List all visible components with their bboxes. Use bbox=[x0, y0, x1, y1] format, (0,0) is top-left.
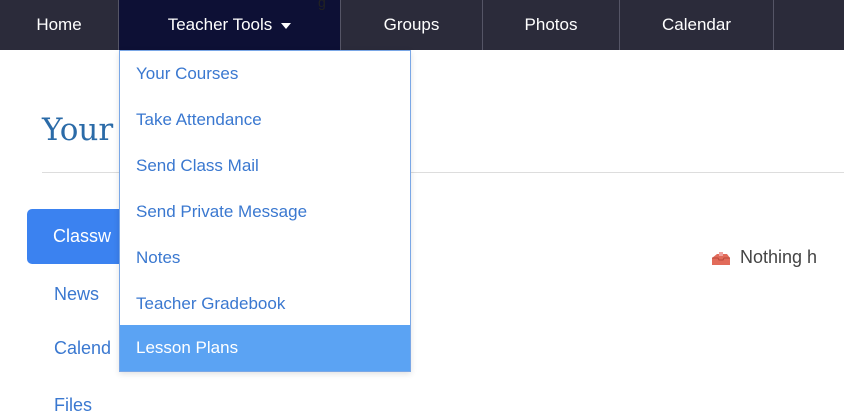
empty-bin-icon bbox=[711, 251, 731, 265]
clipped-text: g bbox=[318, 0, 326, 10]
sidebar-item-label: Calend bbox=[54, 337, 112, 358]
page-title: Your bbox=[42, 112, 114, 148]
caret-down-icon bbox=[281, 23, 292, 29]
nav-item-label: Photos bbox=[524, 15, 578, 34]
nav-item-photos[interactable]: Photos bbox=[483, 0, 620, 50]
nav-item-groups[interactable]: Groups bbox=[341, 0, 483, 50]
nav-item-home[interactable]: Home bbox=[0, 0, 119, 50]
menu-item-send-class-mail[interactable]: Send Class Mail bbox=[120, 143, 410, 189]
menu-item-label: Send Private Message bbox=[136, 202, 308, 221]
menu-item-take-attendance[interactable]: Take Attendance bbox=[120, 97, 410, 143]
nav-item-label: Teacher Tools bbox=[167, 15, 273, 34]
menu-item-label: Your Courses bbox=[136, 64, 239, 83]
menu-item-label: Lesson Plans bbox=[136, 338, 239, 357]
nav-item-label: Home bbox=[36, 15, 82, 34]
nav-item-teacher-tools[interactable]: Teacher Tools bbox=[119, 0, 341, 50]
empty-state-message: Nothing h bbox=[711, 247, 817, 268]
sidebar-item-files[interactable]: Files bbox=[27, 383, 177, 416]
menu-item-label: Teacher Gradebook bbox=[136, 294, 286, 313]
nav-item-more[interactable] bbox=[774, 0, 844, 50]
menu-item-teacher-gradebook[interactable]: Teacher Gradebook bbox=[120, 281, 410, 327]
menu-item-lesson-plans[interactable]: Lesson Plans bbox=[120, 325, 410, 371]
nav-item-label: Groups bbox=[383, 15, 440, 34]
menu-item-notes[interactable]: Notes bbox=[120, 235, 410, 281]
sidebar-item-label: News bbox=[54, 283, 100, 304]
menu-item-send-private-message[interactable]: Send Private Message bbox=[120, 189, 410, 235]
menu-item-your-courses[interactable]: Your Courses bbox=[120, 51, 410, 97]
sidebar-item-label: Files bbox=[54, 394, 93, 415]
menu-item-label: Take Attendance bbox=[136, 110, 262, 129]
nav-item-calendar[interactable]: Calendar bbox=[620, 0, 774, 50]
nav-item-label: Calendar bbox=[662, 15, 731, 34]
teacher-tools-dropdown-menu: Your Courses Take Attendance Send Class … bbox=[119, 50, 411, 372]
menu-item-label: Notes bbox=[136, 248, 181, 267]
sidebar-item-label: Classw bbox=[53, 226, 112, 246]
menu-item-label: Send Class Mail bbox=[136, 156, 259, 175]
empty-state-text: Nothing h bbox=[740, 247, 818, 267]
top-navigation-bar: Home Teacher Tools Groups Photos Calenda… bbox=[0, 0, 844, 50]
